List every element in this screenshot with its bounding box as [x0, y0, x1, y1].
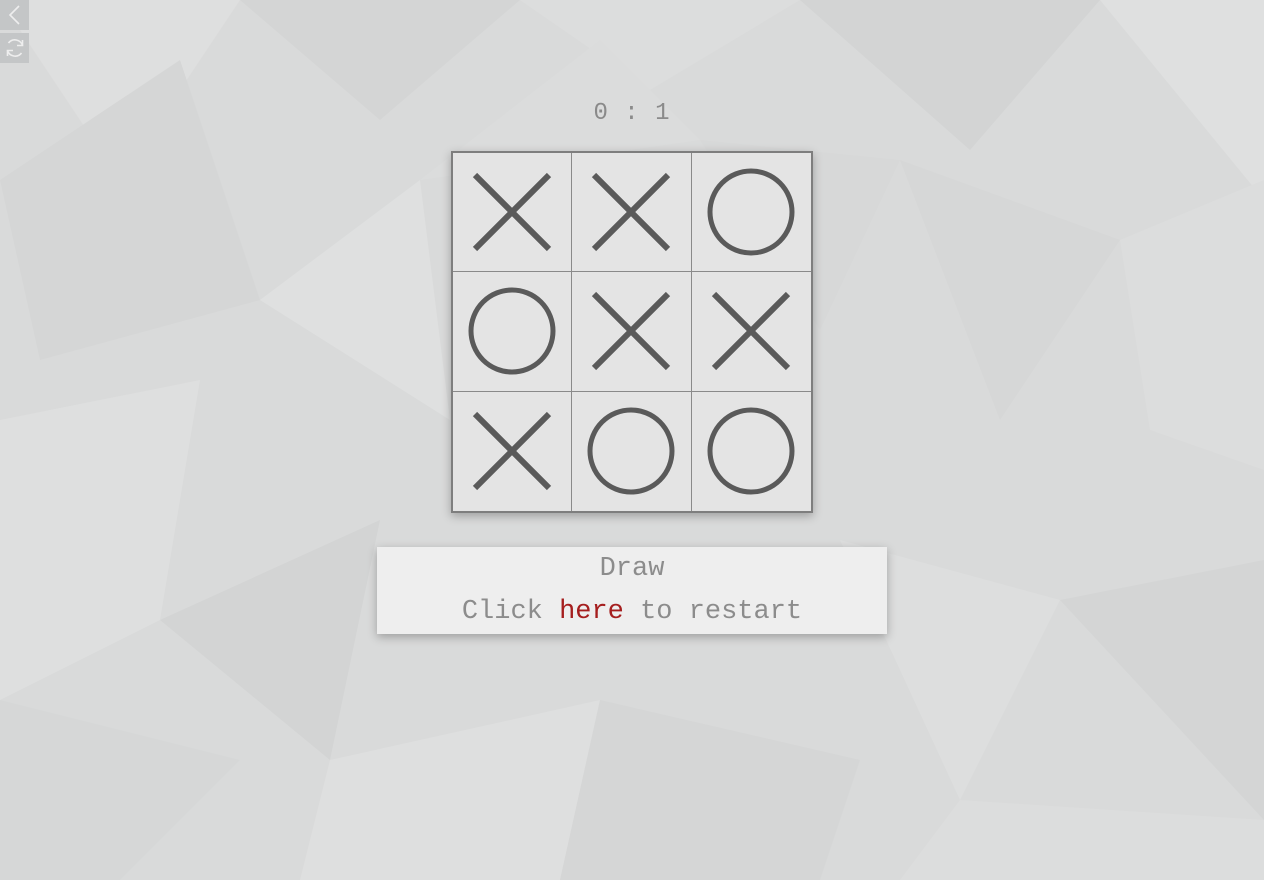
back-button[interactable] [0, 0, 29, 30]
chevron-left-icon [8, 5, 20, 25]
x-mark-icon [473, 173, 552, 252]
board-cell[interactable] [691, 272, 811, 392]
restart-message: Click here to restart [377, 595, 887, 629]
board-cell[interactable] [692, 392, 811, 511]
o-mark-icon [468, 287, 556, 375]
board-cell[interactable] [691, 153, 811, 273]
result-status: Draw [599, 554, 665, 584]
board-cell[interactable] [453, 391, 573, 511]
refresh-button[interactable] [0, 33, 29, 63]
o-mark-icon [587, 407, 675, 495]
x-mark-icon [592, 292, 671, 371]
o-mark-icon [707, 407, 795, 495]
restart-prefix: Click [461, 597, 560, 627]
board-cell[interactable] [453, 272, 573, 392]
x-mark-icon [592, 173, 671, 252]
board-cell[interactable] [572, 391, 692, 511]
board-cell[interactable] [453, 153, 573, 273]
score-display: 0 : 1 [593, 100, 671, 127]
game-board [451, 151, 813, 513]
board-cell[interactable] [572, 272, 692, 392]
x-mark-icon [473, 412, 552, 491]
restart-link[interactable]: here [559, 597, 624, 627]
o-mark-icon [707, 168, 795, 256]
x-mark-icon [712, 292, 791, 371]
refresh-icon [6, 39, 23, 57]
board-cell[interactable] [572, 153, 692, 273]
restart-suffix: to restart [623, 597, 803, 627]
result-panel: Draw Click here to restart [377, 547, 887, 634]
